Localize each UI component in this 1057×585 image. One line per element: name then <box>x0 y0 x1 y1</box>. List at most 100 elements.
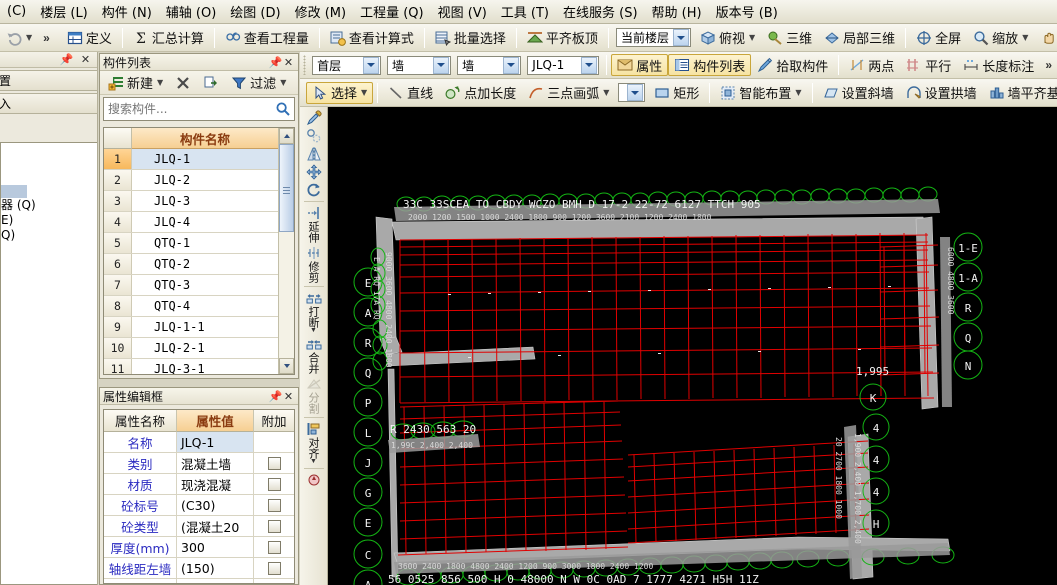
pin-icon[interactable]: 📌 <box>269 56 283 69</box>
property-row[interactable]: 内/外墙标内墙 <box>104 579 294 583</box>
chevron-down-icon[interactable] <box>581 56 598 74</box>
property-grid[interactable]: 属性名称 属性值 附加 名称 JLQ-1 类别 混凝土墙 材质 现浇混凝 砼标号 (C30) 砼… <box>103 409 295 584</box>
property-row-value[interactable]: (混凝土20 <box>177 516 254 536</box>
component-grid-scrollbar[interactable] <box>278 128 294 374</box>
toolbar-button-top-view[interactable]: 俯视 ▼ <box>694 27 761 49</box>
toolbar-button-three-d[interactable]: 三维 <box>761 27 818 49</box>
toolbar-button-pick-component[interactable]: 拾取构件 <box>751 54 834 76</box>
component-row[interactable]: 11 JLQ-3-1 <box>104 359 278 374</box>
undo-button[interactable]: ▼ <box>0 27 38 49</box>
toolbar-button-properties[interactable]: 属性 <box>611 54 669 76</box>
property-row[interactable]: 砼标号 (C30) <box>104 495 294 516</box>
vtool-trim[interactable]: 修剪 <box>301 244 327 284</box>
component-search-row[interactable] <box>103 97 295 121</box>
toolbar-button-zoom[interactable]: 缩放 ▼ <box>967 27 1034 49</box>
left-panel-button-settings[interactable]: 设置 <box>0 70 98 91</box>
close-icon[interactable]: ✕ <box>79 53 92 66</box>
toolbar-button-define[interactable]: 定义 <box>61 27 118 49</box>
component-row[interactable]: 1 JLQ-1 <box>104 149 278 170</box>
vtool-rotate[interactable] <box>301 181 327 199</box>
toolbar-button-fullscreen[interactable]: 全屏 <box>910 27 967 49</box>
chevron-down-icon[interactable] <box>503 56 520 74</box>
component-row[interactable]: 6 QTQ-2 <box>104 254 278 275</box>
property-extra-checkbox[interactable] <box>267 561 281 575</box>
component-row[interactable]: 7 QTQ-3 <box>104 275 278 296</box>
menu-item-1[interactable]: 楼层 (L) <box>33 0 95 24</box>
vtool-align[interactable]: 对齐 ▼ <box>301 420 327 466</box>
toolbar-button-batch-select[interactable]: 批量选择 <box>429 27 512 49</box>
filter-button[interactable]: 过滤 ▼ <box>225 72 292 94</box>
current-floor-combo[interactable]: 当前楼层 <box>615 28 691 47</box>
chevron-down-icon[interactable] <box>672 29 689 46</box>
component-row[interactable]: 3 JLQ-3 <box>104 191 278 212</box>
vtool-move[interactable] <box>301 163 327 181</box>
toolbar-button-component-list[interactable]: 构件列表 <box>668 54 752 76</box>
toolbar-button-two-point[interactable]: 两点 <box>843 54 900 76</box>
drawing-canvas[interactable]: E A R Q P L J G E C 1-E 1-A R Q N K 4 4 … <box>328 107 1057 585</box>
toolbar-button-view-formula[interactable]: 查看计算式 <box>324 27 420 49</box>
chevron-down-icon[interactable] <box>362 56 379 74</box>
property-extra-checkbox[interactable] <box>267 456 281 470</box>
toolbar-button-view-quantity[interactable]: 查看工程量 <box>219 27 315 49</box>
component-select[interactable]: JLQ-1 <box>527 55 600 75</box>
pin-icon[interactable]: 📌 <box>269 390 283 403</box>
category-select[interactable]: 墙 <box>386 55 452 75</box>
property-extra-checkbox[interactable] <box>267 582 281 583</box>
menu-item-3[interactable]: 辅轴 (O) <box>159 0 224 24</box>
vtool-offset[interactable] <box>301 127 327 145</box>
left-panel-content[interactable]: 器 (Q) E) Q) <box>0 142 97 585</box>
component-row[interactable]: 10 JLQ-2-1 <box>104 338 278 359</box>
property-row-value[interactable]: (C30) <box>177 495 254 515</box>
property-extra-checkbox[interactable] <box>267 477 281 491</box>
toolbar2-overflow-button[interactable]: » <box>1040 58 1057 72</box>
menu-item-6[interactable]: 工程量 (Q) <box>353 0 431 24</box>
property-row[interactable]: 材质 现浇混凝 <box>104 474 294 495</box>
toolbar-button-wall-align-foundation[interactable]: 墙平齐基础 <box>983 82 1057 104</box>
property-row[interactable]: 砼类型 (混凝土20 <box>104 516 294 537</box>
property-extra-checkbox[interactable] <box>267 498 281 512</box>
property-row-value[interactable]: 混凝土墙 <box>177 453 254 473</box>
vtool-break[interactable]: 打断 ▼ <box>301 289 327 335</box>
property-row[interactable]: 轴线距左墙 (150) <box>104 558 294 579</box>
toolbar-button-align-slab-top[interactable]: 平齐板顶 <box>521 27 604 49</box>
property-row[interactable]: 厚度(mm) 300 <box>104 537 294 558</box>
toolbar-button-rectangle[interactable]: 矩形 <box>648 82 705 104</box>
property-row[interactable]: 类别 混凝土墙 <box>104 453 294 474</box>
component-row[interactable]: 8 QTQ-4 <box>104 296 278 317</box>
vtool-merge[interactable]: 合并 <box>301 335 327 375</box>
chevron-down-icon[interactable]: ▼ <box>310 458 317 465</box>
menu-item-7[interactable]: 视图 (V) <box>431 0 494 24</box>
property-row-value[interactable]: (150) <box>177 558 254 578</box>
type-select[interactable]: 墙 <box>457 55 522 75</box>
menu-item-10[interactable]: 帮助 (H) <box>645 0 709 24</box>
menu-item-4[interactable]: 绘图 (D) <box>223 0 287 24</box>
scroll-up-button[interactable] <box>279 128 294 144</box>
menu-item-2[interactable]: 构件 (N) <box>95 0 159 24</box>
toolbar-button-pan[interactable]: 平移▼ <box>1034 27 1057 49</box>
toolbar-button-sigma[interactable]: Σ 汇总计算 <box>127 27 210 49</box>
component-row[interactable]: 2 JLQ-2 <box>104 170 278 191</box>
component-row[interactable]: 4 JLQ-4 <box>104 212 278 233</box>
search-icon[interactable] <box>272 98 294 120</box>
menu-item-8[interactable]: 工具 (T) <box>494 0 556 24</box>
vtool-eyedropper[interactable] <box>301 109 327 127</box>
new-component-button[interactable]: 新建 ▼ <box>102 72 169 94</box>
floor-select[interactable]: 首层 <box>312 55 381 75</box>
toolbar-button-parallel[interactable]: 平行 <box>900 54 957 76</box>
scroll-down-button[interactable] <box>279 358 294 374</box>
vtool-mirror[interactable] <box>301 145 327 163</box>
property-row-value[interactable]: 现浇混凝 <box>177 474 254 494</box>
toolbar-overflow-button[interactable]: » <box>38 31 55 45</box>
arc-mode-combo[interactable] <box>618 83 646 102</box>
component-row[interactable]: 5 QTQ-1 <box>104 233 278 254</box>
toolbar-button-cursor[interactable]: 选择 ▼ <box>306 81 374 104</box>
property-row-value[interactable]: 内墙 <box>177 579 254 583</box>
property-row-value[interactable]: JLQ-1 <box>177 432 254 452</box>
toolbar-button-point-length[interactable]: 点加长度 <box>439 82 522 104</box>
toolbar-button-length-dimension[interactable]: 长度标注 <box>957 54 1040 76</box>
chevron-down-icon[interactable] <box>627 84 644 101</box>
toolbar-button-three-point-arc[interactable]: 三点画弧 ▼ <box>522 82 615 104</box>
component-row[interactable]: 9 JLQ-1-1 <box>104 317 278 338</box>
chevron-down-icon[interactable]: ▼ <box>603 88 609 97</box>
toolbar-button-smart-layout[interactable]: 智能布置 ▼ <box>714 82 807 104</box>
